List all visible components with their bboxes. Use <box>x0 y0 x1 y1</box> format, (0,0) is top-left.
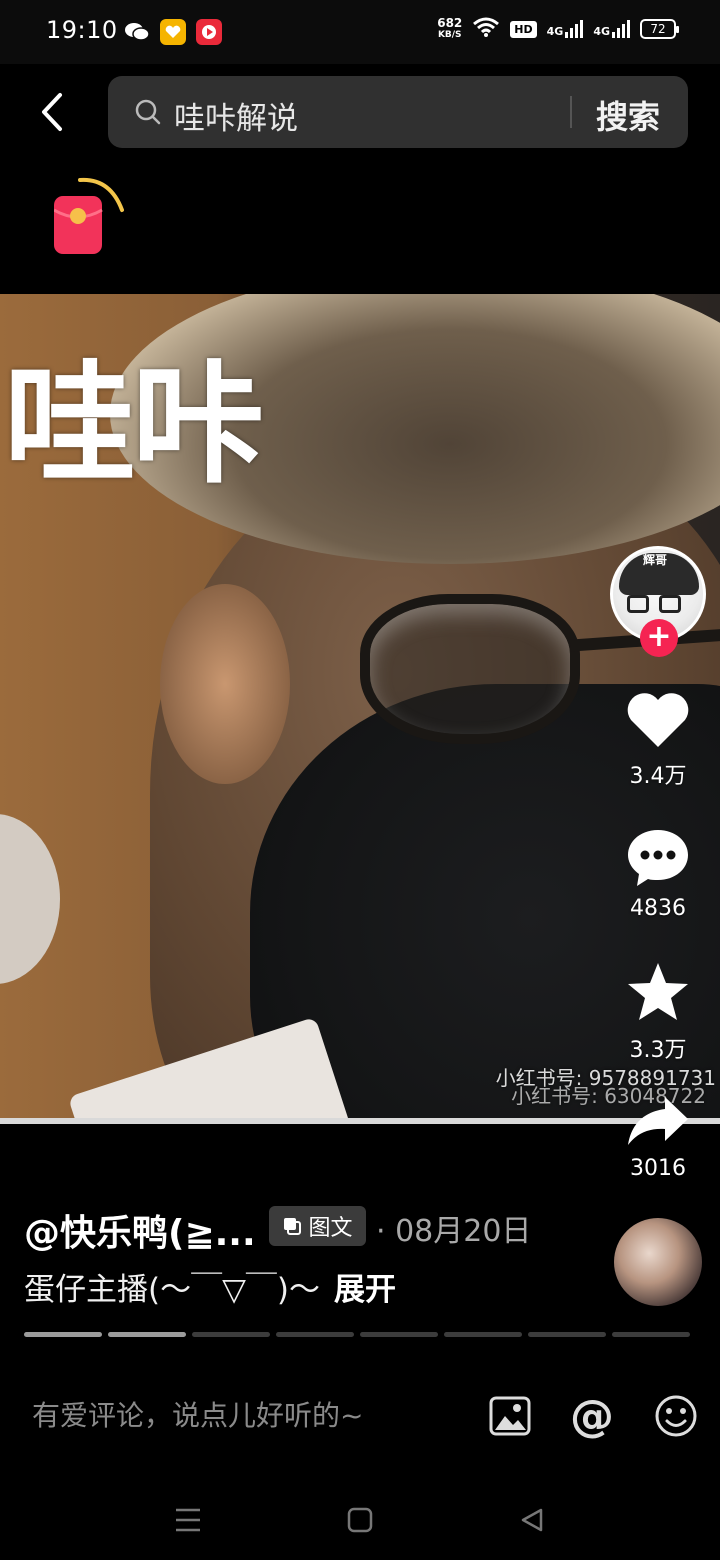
star-icon <box>628 963 688 1020</box>
post-date: · 08月20日 <box>376 1214 532 1249</box>
status-time: 19:10 <box>46 16 118 44</box>
follow-button[interactable]: + <box>640 619 678 657</box>
signal-2-label: 4G <box>593 25 610 38</box>
hd-badge: HD <box>510 20 537 38</box>
search-bar[interactable]: 哇咔解说 搜索 <box>108 76 688 148</box>
image-progress-indicator <box>24 1332 690 1337</box>
video-overlay-title: 哇咔 <box>4 348 264 502</box>
progress-segment <box>192 1332 270 1337</box>
system-nav-bar <box>0 1480 720 1560</box>
search-button[interactable]: 搜索 <box>596 92 660 138</box>
wifi-icon <box>472 16 500 42</box>
share-icon <box>628 1097 688 1145</box>
emoji-icon <box>655 1395 697 1437</box>
music-avatar[interactable] <box>614 1218 702 1306</box>
red-envelope-button[interactable] <box>53 174 130 256</box>
author-name-link[interactable]: @快乐鸭(≧... <box>24 1204 256 1256</box>
app-heart-icon <box>160 19 186 45</box>
back-triangle-icon <box>521 1508 543 1532</box>
comment-button[interactable]: 4836 <box>608 826 708 921</box>
progress-segment <box>276 1332 354 1337</box>
eyeglasses <box>360 594 580 744</box>
status-notification-icons <box>124 19 222 45</box>
post-type-badge: 图文 <box>269 1206 366 1246</box>
like-count: 3.4万 <box>629 764 687 789</box>
status-bar: 19:10 682 KB/S HD 4G 4G 72 <box>0 0 720 64</box>
comment-input[interactable]: 有爱评论，说点儿好听的~ <box>32 1394 363 1434</box>
mention-button[interactable]: @ <box>568 1390 616 1442</box>
post-description-text: 蛋仔主播(～￣▽￣)～ <box>24 1272 321 1308</box>
signal-1: 4G <box>547 20 584 38</box>
like-button[interactable]: 3.4万 <box>608 690 708 790</box>
favorite-count: 3.3万 <box>629 1038 687 1063</box>
recent-apps-button[interactable] <box>168 1500 208 1540</box>
post-description: 蛋仔主播(～￣▽￣)～ 展开 <box>24 1264 396 1309</box>
wechat-icon <box>124 19 150 45</box>
favorite-button[interactable]: 3.3万 <box>608 960 708 1064</box>
system-back-button[interactable] <box>512 1500 552 1540</box>
progress-segment <box>444 1332 522 1337</box>
progress-segment <box>108 1332 186 1337</box>
at-icon: @ <box>570 1390 614 1442</box>
signal-bars-icon <box>612 20 630 38</box>
search-icon <box>134 98 162 130</box>
image-icon <box>489 1396 531 1436</box>
home-icon <box>347 1507 373 1533</box>
comment-count: 4836 <box>630 896 686 921</box>
signal-2: 4G <box>593 20 630 38</box>
comment-icon <box>628 830 688 886</box>
status-right-group: 682 KB/S HD 4G 4G 72 <box>437 16 679 42</box>
back-icon <box>42 93 62 131</box>
share-button[interactable]: 3016 <box>608 1094 708 1181</box>
progress-segment <box>528 1332 606 1337</box>
net-speed-unit: KB/S <box>437 30 462 40</box>
back-button[interactable] <box>30 88 74 136</box>
signal-bars-icon <box>565 20 584 38</box>
home-button[interactable] <box>340 1500 380 1540</box>
app-play-icon <box>196 19 222 45</box>
heart-icon <box>627 693 689 747</box>
red-envelope-icon <box>53 177 124 254</box>
progress-segment <box>612 1332 690 1337</box>
signal-1-label: 4G <box>546 25 564 38</box>
net-speed-value: 682 <box>437 16 463 30</box>
share-count: 3016 <box>630 1156 686 1181</box>
search-input[interactable]: 哇咔解说 <box>174 93 298 138</box>
post-type-label: 图文 <box>308 1216 353 1241</box>
net-speed: 682 KB/S <box>437 17 462 41</box>
background-object <box>0 814 60 984</box>
image-text-icon <box>284 1218 302 1235</box>
menu-icon <box>176 1508 200 1532</box>
progress-segment <box>360 1332 438 1337</box>
search-divider <box>570 96 572 128</box>
person-ear <box>160 584 290 784</box>
battery-indicator: 72 <box>640 19 679 39</box>
progress-segment <box>24 1332 102 1337</box>
avatar-tag: 辉哥 <box>643 553 668 567</box>
emoji-button[interactable] <box>652 1392 700 1440</box>
image-button[interactable] <box>486 1392 534 1440</box>
expand-button[interactable]: 展开 <box>334 1272 396 1308</box>
avatar-glasses <box>627 595 681 613</box>
